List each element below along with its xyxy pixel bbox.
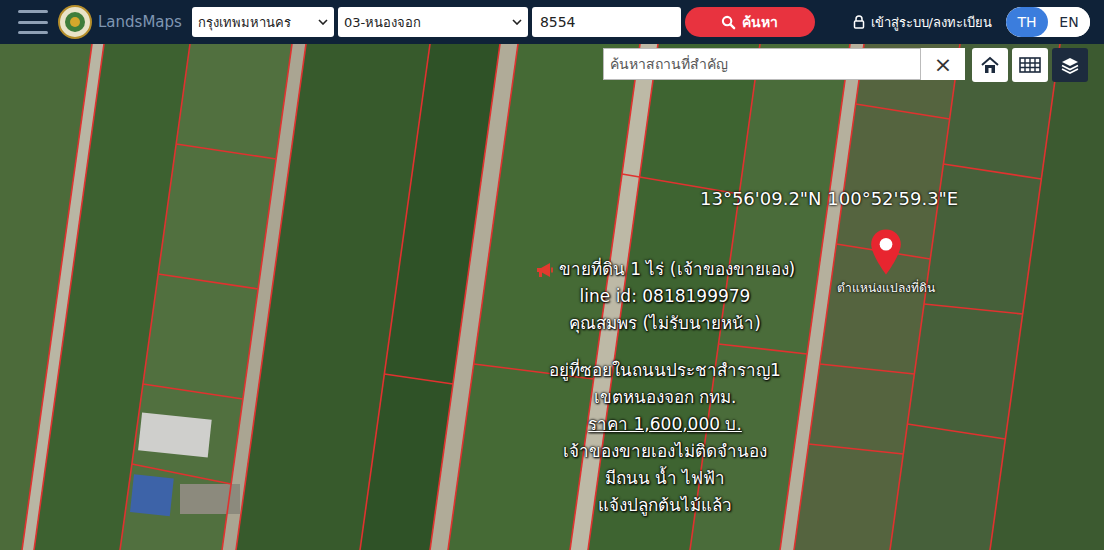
- notice-line: line id: 0818199979: [510, 283, 820, 310]
- search-icon: [721, 15, 736, 30]
- notice-line: มีถนน น้ำ ไฟฟ้า: [510, 465, 820, 492]
- layers-button[interactable]: [1052, 48, 1088, 82]
- language-option[interactable]: TH: [1006, 7, 1048, 37]
- login-link[interactable]: เข้าสู่ระบบ/ลงทะเบียน: [853, 12, 992, 33]
- map-tools: [972, 48, 1088, 82]
- home-button[interactable]: [972, 48, 1008, 82]
- district-select[interactable]: 03-หนองจอก: [338, 7, 528, 37]
- grid-icon: [1019, 55, 1041, 75]
- search-button[interactable]: ค้นหา: [685, 7, 815, 37]
- home-icon: [979, 55, 1001, 75]
- notice-group: ขายที่ดิน 1 ไร่ (เจ้าของขายเอง) line id:…: [510, 256, 820, 337]
- menu-icon[interactable]: [18, 10, 48, 34]
- notice-group: อยู่ที่ซอยในถนนประชาสำราญ1 เขตหนองจอก กท…: [510, 357, 820, 519]
- satellite-imagery: [0, 44, 1104, 550]
- logo-icon: [58, 5, 92, 39]
- layers-icon: [1059, 55, 1081, 75]
- notice-line: ขายที่ดิน 1 ไร่ (เจ้าของขายเอง): [510, 256, 820, 283]
- notice-line: เจ้าของขายเองไม่ติดจำนอง: [510, 438, 820, 465]
- chevron-down-icon: [512, 19, 522, 25]
- parcel-pin[interactable]: ตำแหน่งแปลงที่ดิน: [816, 228, 956, 297]
- notice-line: เขตหนองจอก กทม.: [510, 384, 820, 411]
- grid-button[interactable]: [1012, 48, 1048, 82]
- map-pin-icon: [869, 228, 903, 276]
- coordinates-label: 13°56'09.2"N 100°52'59.3"E: [700, 188, 958, 209]
- sale-notice: ขายที่ดิน 1 ไร่ (เจ้าของขายเอง) line id:…: [510, 256, 820, 519]
- language-toggle: THEN: [1006, 7, 1090, 37]
- notice-line: แจ้งปลูกต้นไม้แล้ว: [510, 492, 820, 519]
- pin-label: ตำแหน่งแปลงที่ดิน: [837, 278, 935, 297]
- notice-line: คุณสมพร (ไม่รับนายหน้า): [510, 310, 820, 337]
- clear-button[interactable]: ×: [921, 48, 965, 80]
- landsmaps-page: LandsMaps กรุงเทพมหานคร 03-หนองจอก 8554 …: [0, 0, 1104, 550]
- notice-line: อยู่ที่ซอยในถนนประชาสำราญ1: [510, 357, 820, 384]
- place-search: ค้นหาสถานที่สำคัญ ×: [603, 48, 965, 80]
- megaphone-icon: [535, 262, 555, 278]
- parcel-number-input[interactable]: 8554: [532, 7, 681, 37]
- brand-name: LandsMaps: [98, 13, 182, 31]
- notice-line: ราคา 1,600,000 บ.: [510, 411, 820, 438]
- lock-icon: [853, 15, 865, 29]
- map-view[interactable]: ค้นหาสถานที่สำคัญ × 13°56'09.2"N 100°52'…: [0, 44, 1104, 550]
- province-select[interactable]: กรุงเทพมหานคร: [192, 7, 334, 37]
- language-option[interactable]: EN: [1048, 7, 1090, 37]
- chevron-down-icon: [318, 19, 328, 25]
- top-bar: LandsMaps กรุงเทพมหานคร 03-หนองจอก 8554 …: [0, 0, 1104, 44]
- place-search-input[interactable]: ค้นหาสถานที่สำคัญ: [603, 48, 921, 80]
